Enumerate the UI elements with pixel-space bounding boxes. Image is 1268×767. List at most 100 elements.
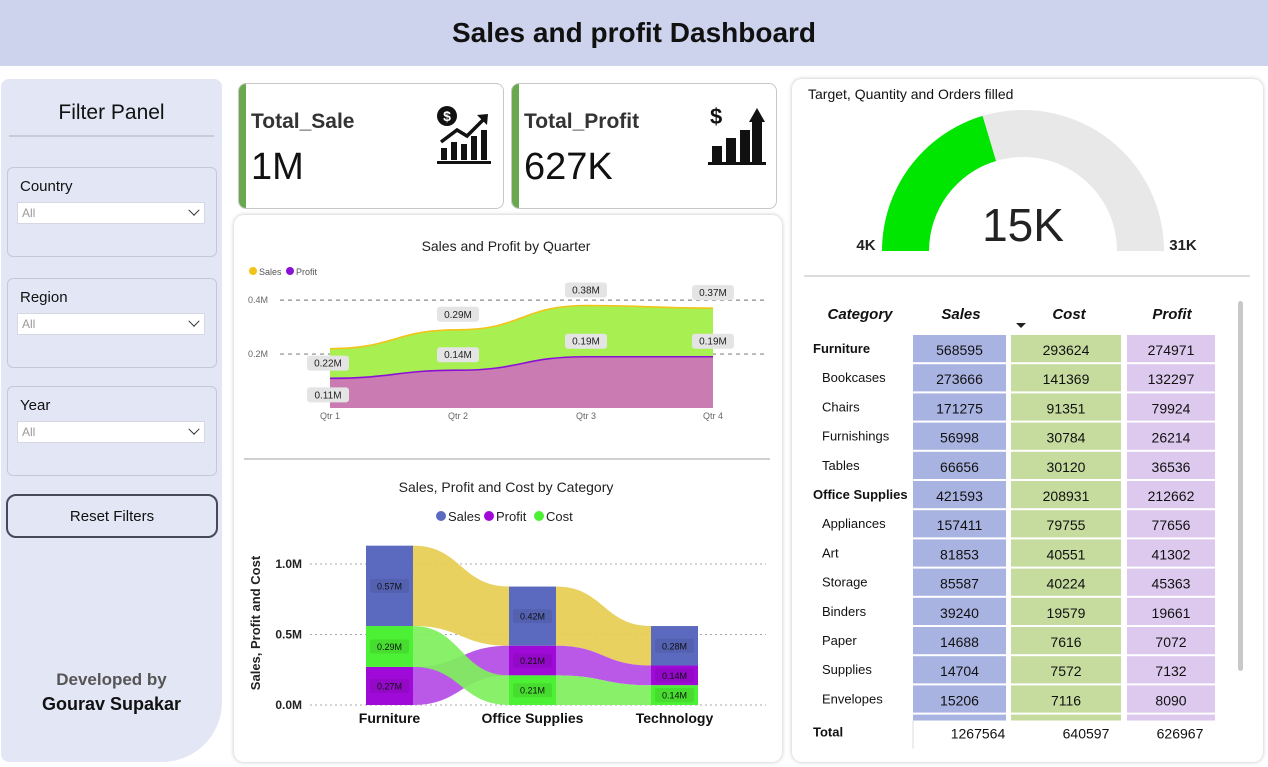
cost-cell: 208931: [1043, 488, 1090, 504]
profit-cell: 8090: [1155, 692, 1186, 708]
column-header: Profit: [1152, 306, 1192, 323]
profit-legend-label: Profit: [496, 509, 527, 524]
chevron-down-icon: [188, 423, 200, 435]
profit-cell: 45363: [1152, 576, 1191, 592]
profit-cell: 212662: [1148, 488, 1195, 504]
chevron-down-icon: [188, 315, 200, 327]
category-group-label: Office Supplies: [813, 487, 908, 502]
sales-legend-label: Sales: [259, 267, 282, 277]
profit-legend-marker: [286, 267, 294, 275]
subcategory-label: Furnishings: [822, 429, 890, 444]
profit-data-label: 0.14M: [444, 350, 472, 361]
sales-data-label: 0.28M: [662, 641, 687, 651]
sales-data-label: 0.37M: [699, 288, 727, 299]
x-tick-label: Office Supplies: [482, 710, 584, 726]
profit-data-label: 0.14M: [662, 671, 687, 681]
total-profit: 626967: [1157, 726, 1204, 742]
reset-filters-button[interactable]: Reset Filters: [6, 494, 218, 538]
total-sales: 1267564: [951, 726, 1006, 742]
subcategory-label: Appliances: [822, 516, 886, 531]
profit-cell: 132297: [1148, 371, 1195, 387]
developer-name: Gourav Supakar: [41, 694, 182, 714]
sales-data-label: 0.38M: [572, 285, 600, 296]
divider: [804, 275, 1250, 277]
cost-legend-label: Cost: [546, 509, 573, 524]
profit-data-label: 0.11M: [314, 390, 341, 401]
cell-bg-clipped: [1011, 714, 1121, 721]
profit-cell: 7132: [1155, 663, 1186, 679]
sort-desc-icon: [1016, 323, 1026, 328]
sales-cell: 157411: [937, 517, 983, 533]
category-chart-title: Sales, Profit and Cost by Category: [399, 479, 614, 495]
cost-data-label: 0.21M: [520, 686, 545, 696]
profit-cell: 7072: [1155, 634, 1186, 650]
column-header: Sales: [941, 306, 980, 323]
dollar-bar-growth-icon: $: [708, 104, 766, 165]
year-label: Year: [20, 397, 51, 414]
sales-cell: 421593: [936, 488, 983, 504]
sales-legend-marker: [249, 267, 257, 275]
cost-cell: 7572: [1050, 663, 1081, 679]
cost-cell: 30120: [1047, 459, 1086, 475]
sales-data-label: 0.57M: [377, 581, 402, 591]
y-tick-label: 1.0M: [275, 557, 302, 571]
charts-svg: Sales and Profit by Quarter Sales Profit…: [244, 238, 770, 726]
card-value: 627K: [524, 146, 613, 188]
sales-cell: 85587: [940, 576, 979, 592]
total-profit-card: Total_Profit 627K $: [511, 83, 777, 209]
sales-cell: 81853: [940, 546, 979, 562]
total-label: Total: [813, 725, 843, 740]
year-dropdown[interactable]: All: [17, 421, 205, 443]
profit-cell: 19661: [1152, 605, 1191, 621]
sales-legend-label: Sales: [448, 509, 481, 524]
cost-legend-marker: [534, 511, 544, 521]
y-tick-label: 0.0M: [275, 698, 302, 712]
matrix-scrollbar[interactable]: [1238, 301, 1243, 671]
sales-cell: 14688: [940, 634, 979, 650]
cost-cell: 7116: [1051, 692, 1081, 708]
subcategory-label: Bookcases: [822, 370, 886, 385]
subcategory-label: Art: [822, 545, 839, 560]
sales-cell: 15206: [940, 692, 979, 708]
profit-legend-label: Profit: [296, 267, 318, 277]
category-matrix: Category Sales Cost Profit 568595 293624 27497…: [808, 306, 1218, 761]
gauge-value: 15K: [982, 199, 1064, 251]
gauge-fill: [882, 115, 997, 251]
x-tick-label: Qtr 3: [576, 411, 596, 421]
card-label: Total_Sale: [251, 110, 355, 133]
profit-legend-marker: [484, 511, 494, 521]
year-value: All: [22, 425, 36, 439]
profit-cell: 36536: [1152, 459, 1191, 475]
cell-bg-clipped: [913, 714, 1006, 721]
divider: [9, 135, 214, 137]
title-bar: Sales and profit Dashboard: [0, 0, 1268, 66]
gauge-svg: 15K 4K 31K: [856, 110, 1197, 254]
profit-cell: 77656: [1152, 517, 1191, 533]
svg-text:$: $: [443, 108, 451, 124]
x-tick-label: Furniture: [359, 710, 421, 726]
quarter-chart-title: Sales and Profit by Quarter: [422, 238, 591, 254]
sales-cell: 66656: [940, 459, 979, 475]
gauge-min-label: 4K: [856, 237, 875, 254]
sales-cell: 14704: [940, 663, 979, 679]
region-dropdown[interactable]: All: [17, 313, 205, 335]
country-dropdown[interactable]: All: [17, 202, 205, 224]
gauge-max-label: 31K: [1169, 237, 1197, 254]
cell-bg-clipped: [1127, 714, 1215, 721]
profit-data-label: 0.19M: [572, 337, 600, 348]
profit-cell: 79924: [1152, 400, 1191, 416]
sales-cell: 56998: [940, 430, 979, 446]
cost-data-label: 0.29M: [377, 642, 402, 652]
y-tick-label: 0.4M: [248, 295, 268, 305]
subcategory-label: Storage: [822, 575, 868, 590]
card-value: 1M: [251, 146, 304, 188]
filter-panel: Filter Panel Country All Region All Year…: [1, 79, 222, 762]
y-tick-label: 0.2M: [248, 349, 268, 359]
sales-data-label: 0.42M: [520, 612, 545, 622]
category-group-label: Furniture: [813, 341, 870, 356]
subcategory-label: Envelopes: [822, 691, 883, 706]
profit-data-label: 0.19M: [699, 337, 727, 348]
profit-cell: 41302: [1152, 546, 1191, 562]
region-slicer: Region All: [7, 278, 217, 368]
subcategory-label: Supplies: [822, 662, 872, 677]
